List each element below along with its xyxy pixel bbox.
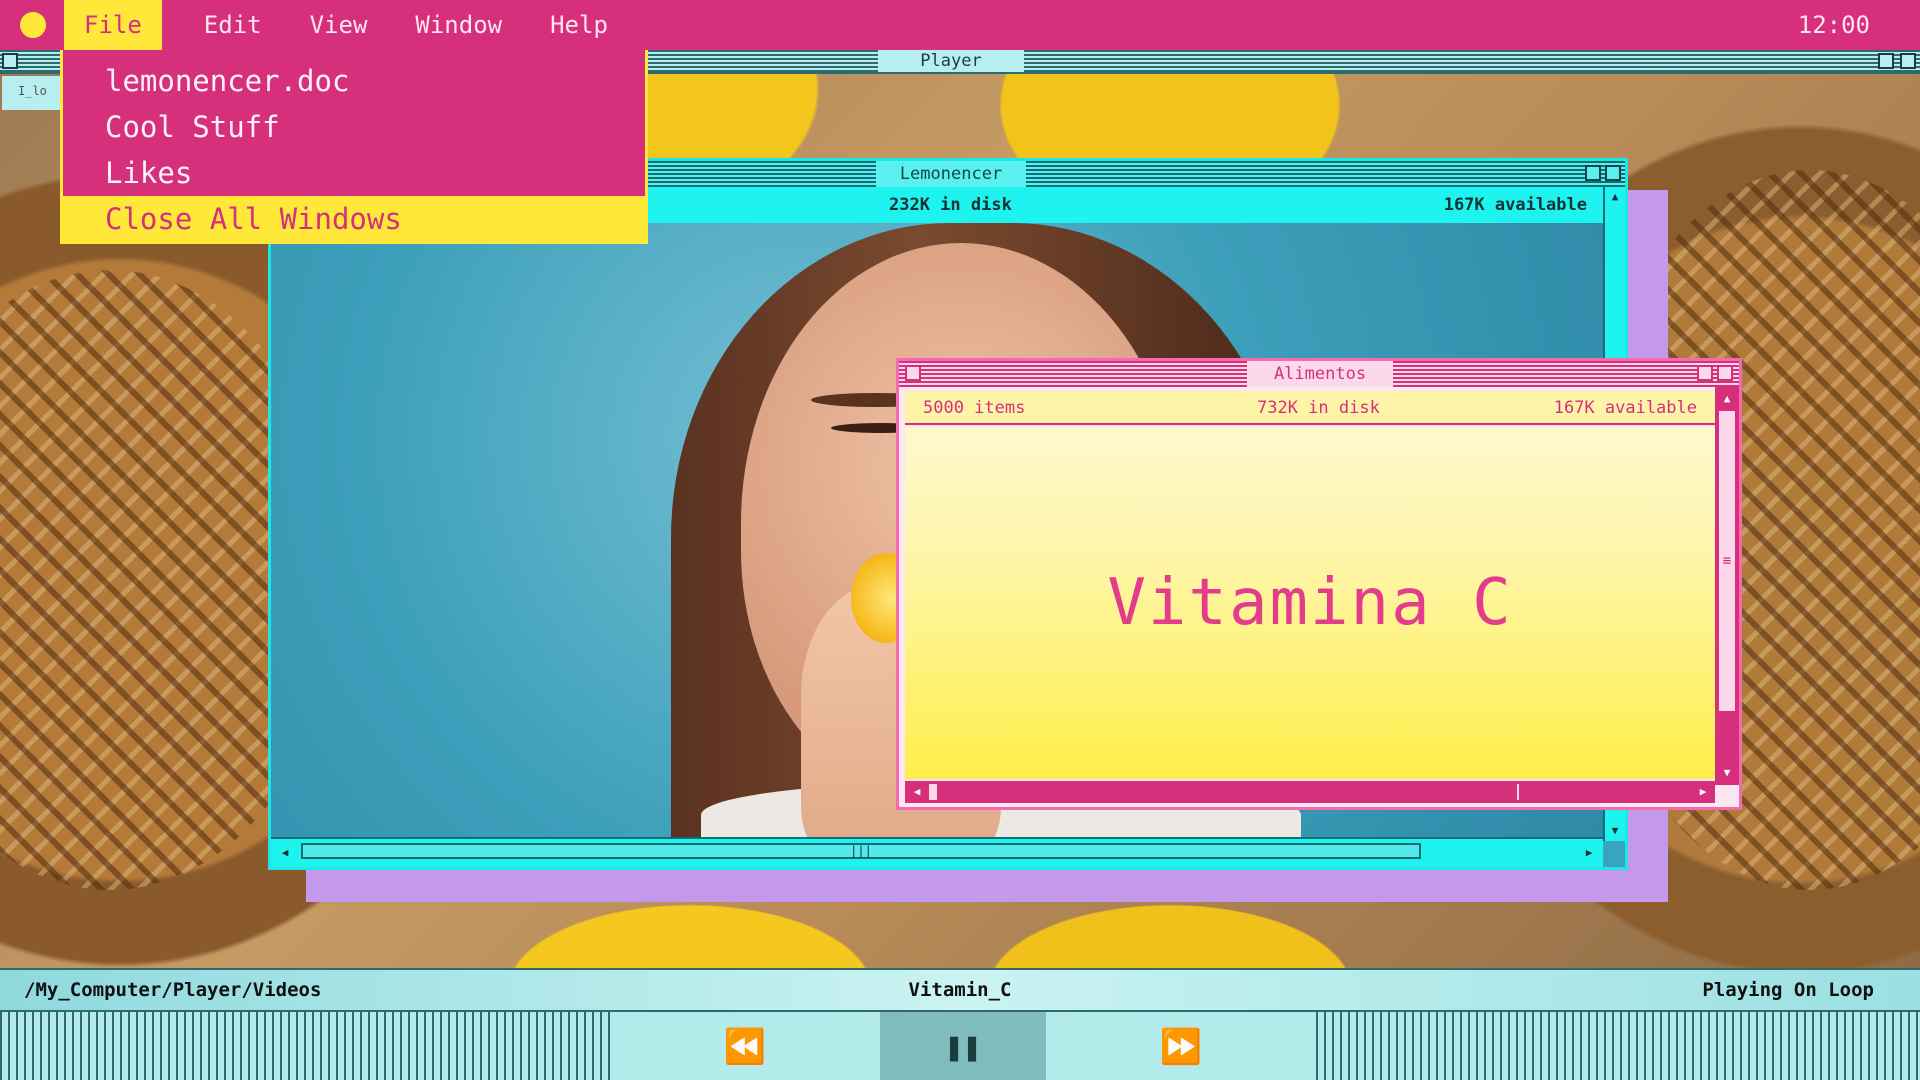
scroll-down-icon[interactable]: ▼ bbox=[1717, 763, 1737, 783]
menu-edit[interactable]: Edit bbox=[184, 0, 282, 50]
playback-mode: Playing On Loop bbox=[1702, 979, 1874, 1001]
rewind-icon[interactable]: ⏪ bbox=[610, 1012, 880, 1080]
scroll-thumb[interactable]: ≡ bbox=[1719, 411, 1735, 711]
scroll-thumb[interactable] bbox=[929, 784, 937, 800]
menubar: File Edit View Window Help 12:00 bbox=[0, 0, 1920, 50]
background-window-label: I_lo bbox=[2, 76, 66, 110]
alimentos-info-bar: 5000 items 732K in disk 167K available bbox=[905, 391, 1715, 425]
file-dropdown-menu: lemonencer.doc Cool Stuff Likes Close Al… bbox=[60, 50, 648, 244]
alimentos-horizontal-scrollbar[interactable]: ◀ ▶ bbox=[905, 781, 1715, 803]
clock: 12:00 bbox=[1797, 11, 1870, 39]
player-title: Player bbox=[878, 50, 1024, 72]
disk-available: 167K available bbox=[1443, 195, 1587, 215]
menu-item-likes[interactable]: Likes bbox=[63, 150, 645, 196]
scroll-right-icon[interactable]: ▶ bbox=[1693, 782, 1713, 802]
menu-file[interactable]: File bbox=[64, 0, 162, 50]
scroll-down-icon[interactable]: ▼ bbox=[1605, 821, 1625, 841]
fast-forward-icon[interactable]: ⏩ bbox=[1046, 1012, 1316, 1080]
alimentos-vertical-scrollbar[interactable]: ▲ ≡ ▼ bbox=[1715, 387, 1739, 785]
menu-view[interactable]: View bbox=[290, 0, 388, 50]
transport-stripes-left bbox=[0, 1012, 610, 1080]
collapse-box-icon[interactable] bbox=[1605, 165, 1621, 181]
collapse-box-icon[interactable] bbox=[1900, 53, 1916, 69]
disk-available: 167K available bbox=[1553, 398, 1697, 418]
system-menu-icon[interactable] bbox=[20, 12, 46, 38]
scroll-thumb[interactable]: ||| bbox=[301, 843, 1421, 859]
scroll-up-icon[interactable]: ▲ bbox=[1605, 187, 1625, 207]
menu-item-cool-stuff[interactable]: Cool Stuff bbox=[63, 104, 645, 150]
scroll-left-icon[interactable]: ◀ bbox=[275, 843, 295, 863]
transport-controls: ⏪ ❚❚ ⏩ bbox=[0, 1010, 1920, 1080]
scroll-right-icon[interactable]: ▶ bbox=[1579, 843, 1599, 863]
menu-item-lemonencer-doc[interactable]: lemonencer.doc bbox=[63, 58, 645, 104]
item-count: 5000 items bbox=[923, 398, 1026, 418]
alimentos-window[interactable]: Alimentos 5000 items 732K in disk 167K a… bbox=[896, 358, 1742, 810]
now-playing-title: Vitamin_C bbox=[908, 979, 1012, 1001]
zoom-box-icon[interactable] bbox=[1878, 53, 1894, 69]
zoom-box-icon[interactable] bbox=[1585, 165, 1601, 181]
scroll-track-marker bbox=[1517, 784, 1519, 800]
pause-icon[interactable]: ❚❚ bbox=[880, 1012, 1046, 1080]
menu-window[interactable]: Window bbox=[395, 0, 522, 50]
menu-item-close-all-windows[interactable]: Close All Windows bbox=[63, 196, 645, 242]
disk-usage: 232K in disk bbox=[889, 195, 1012, 215]
collapse-box-icon[interactable] bbox=[1717, 365, 1733, 381]
close-box-icon[interactable] bbox=[905, 365, 921, 381]
scroll-left-icon[interactable]: ◀ bbox=[907, 782, 927, 802]
alimentos-titlebar[interactable]: Alimentos bbox=[899, 361, 1739, 387]
player-status-bar: /My_Computer/Player/Videos Vitamin_C Pla… bbox=[0, 968, 1920, 1010]
lemonencer-title: Lemonencer bbox=[876, 161, 1026, 187]
content-heading: Vitamina C bbox=[1107, 566, 1513, 640]
zoom-box-icon[interactable] bbox=[1697, 365, 1713, 381]
disk-usage: 732K in disk bbox=[1257, 398, 1380, 418]
close-box-icon[interactable] bbox=[2, 53, 18, 69]
scroll-up-icon[interactable]: ▲ bbox=[1717, 389, 1737, 409]
menu-help[interactable]: Help bbox=[530, 0, 628, 50]
alimentos-content: Vitamina C bbox=[905, 427, 1715, 779]
transport-stripes-right bbox=[1316, 1012, 1920, 1080]
lemonencer-horizontal-scrollbar[interactable]: ◀ ||| ▶ bbox=[271, 837, 1603, 867]
alimentos-title: Alimentos bbox=[1247, 361, 1393, 387]
